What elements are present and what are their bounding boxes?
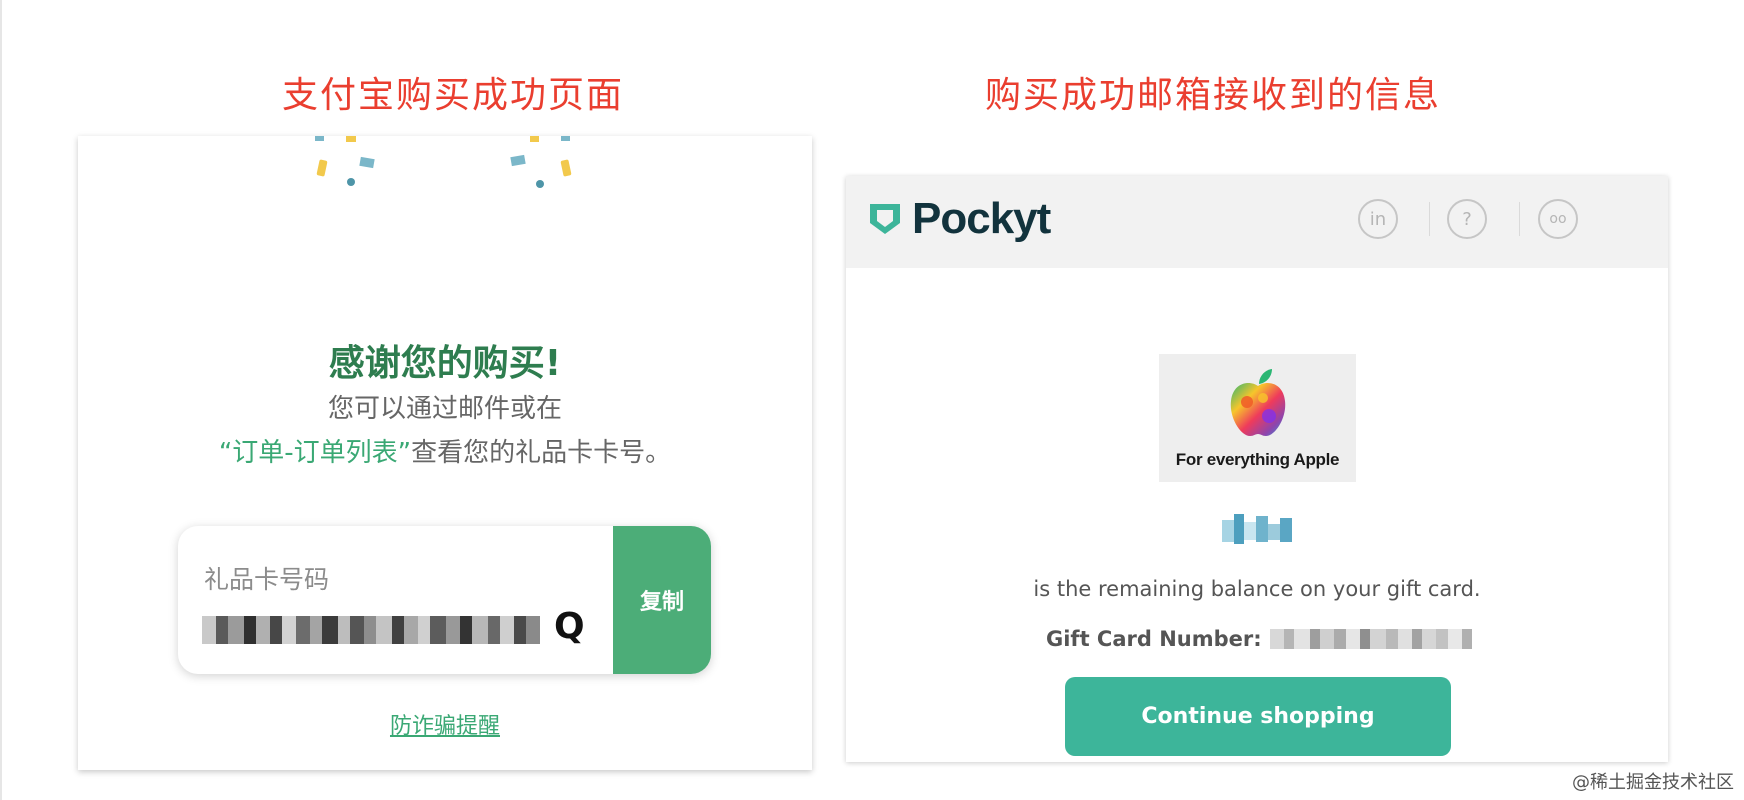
watermark: @稀土掘金技术社区 — [1572, 772, 1734, 793]
continue-shopping-button[interactable]: Continue shopping — [1065, 677, 1451, 756]
help-icon[interactable]: ? — [1447, 199, 1487, 239]
confetti-piece — [346, 136, 356, 142]
gift-card-number-box: 礼品卡号码 Q 复制 — [178, 526, 711, 674]
apple-gift-card-image: For everything Apple — [1159, 354, 1356, 482]
pockyt-logo[interactable]: Pockyt — [868, 194, 1051, 244]
caption-email: 购买成功邮箱接收到的信息 — [985, 75, 1442, 116]
gift-card-number-label: Gift Card Number: — [1046, 627, 1262, 651]
pockyt-logo-text: Pockyt — [912, 194, 1051, 243]
thanks-subtitle-line1: 您可以通过邮件或在 — [327, 394, 562, 424]
linkedin-icon[interactable]: in — [1358, 199, 1398, 239]
email-header: Pockyt in ? oo — [846, 176, 1668, 268]
caption-alipay: 支付宝购买成功页面 — [282, 75, 625, 116]
confetti-piece — [510, 154, 526, 167]
gift-card-number-redacted — [1269, 629, 1482, 649]
copy-button[interactable]: 复制 — [613, 526, 711, 674]
page-left-border — [0, 0, 2, 800]
confetti-piece — [530, 136, 539, 142]
header-divider — [1519, 202, 1520, 236]
confetti-piece — [347, 178, 355, 186]
confetti-piece — [561, 136, 570, 141]
glasses-icon[interactable]: oo — [1538, 199, 1578, 239]
balance-description: is the remaining balance on your gift ca… — [1033, 577, 1481, 601]
alipay-success-panel: 感谢您的购买! 您可以通过邮件或在 “订单-订单列表”查看您的礼品卡卡号。 礼品… — [78, 136, 812, 770]
confetti-piece — [560, 159, 572, 177]
gift-card-label: 礼品卡号码 — [204, 565, 330, 594]
thanks-subtitle-line2: “订单-订单列表”查看您的礼品卡卡号。 — [78, 432, 812, 469]
gift-card-number-tail: Q — [554, 606, 585, 647]
confetti-piece — [536, 180, 544, 188]
confetti-piece — [316, 159, 328, 177]
header-divider — [1429, 202, 1430, 236]
order-list-link[interactable]: “订单-订单列表” — [219, 438, 411, 468]
thanks-subtitle-rest: 查看您的礼品卡卡号。 — [411, 438, 672, 468]
thanks-title: 感谢您的购买! — [328, 343, 562, 384]
confetti-piece — [359, 156, 375, 169]
gift-card-number-redacted — [202, 612, 560, 648]
apple-logo-icon — [1230, 369, 1286, 436]
pockyt-email-panel: Pockyt in ? oo For everything Apple is t… — [846, 176, 1668, 762]
balance-amount-redacted — [1222, 512, 1296, 550]
pocket-logo-icon — [870, 204, 900, 234]
fraud-warning-link[interactable]: 防诈骗提醒 — [78, 708, 812, 740]
apple-tagline: For everything Apple — [1175, 450, 1340, 469]
confetti-piece — [315, 136, 324, 141]
gift-card-number-line: Gift Card Number: — [1046, 627, 1482, 651]
